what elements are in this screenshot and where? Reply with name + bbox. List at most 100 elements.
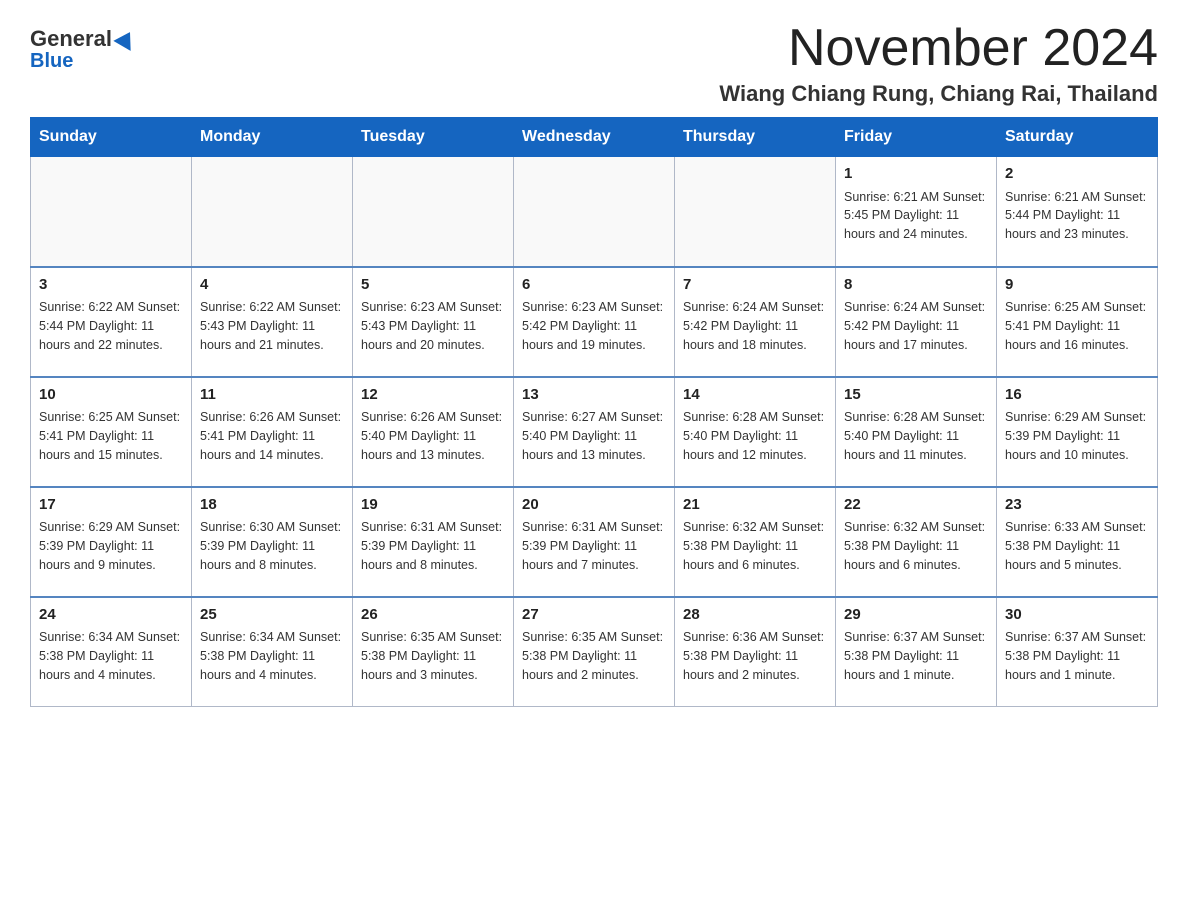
page-header: General Blue November 2024 Wiang Chiang … (30, 20, 1158, 107)
day-number: 8 (844, 274, 988, 297)
day-number: 29 (844, 604, 988, 627)
calendar-cell: 23Sunrise: 6:33 AM Sunset: 5:38 PM Dayli… (997, 487, 1158, 597)
calendar-cell: 29Sunrise: 6:37 AM Sunset: 5:38 PM Dayli… (836, 597, 997, 707)
day-number: 21 (683, 494, 827, 517)
day-number: 26 (361, 604, 505, 627)
logo: General Blue (30, 20, 136, 73)
day-of-week-header: Thursday (675, 118, 836, 157)
calendar-week-row: 3Sunrise: 6:22 AM Sunset: 5:44 PM Daylig… (31, 267, 1158, 377)
day-info: Sunrise: 6:21 AM Sunset: 5:44 PM Dayligh… (1005, 188, 1149, 244)
calendar-cell: 26Sunrise: 6:35 AM Sunset: 5:38 PM Dayli… (353, 597, 514, 707)
day-number: 14 (683, 384, 827, 407)
calendar-cell: 4Sunrise: 6:22 AM Sunset: 5:43 PM Daylig… (192, 267, 353, 377)
day-number: 10 (39, 384, 183, 407)
day-of-week-header: Friday (836, 118, 997, 157)
calendar-cell: 9Sunrise: 6:25 AM Sunset: 5:41 PM Daylig… (997, 267, 1158, 377)
calendar-cell: 24Sunrise: 6:34 AM Sunset: 5:38 PM Dayli… (31, 597, 192, 707)
calendar-cell: 27Sunrise: 6:35 AM Sunset: 5:38 PM Dayli… (514, 597, 675, 707)
title-block: November 2024 Wiang Chiang Rung, Chiang … (719, 20, 1158, 107)
calendar-cell: 25Sunrise: 6:34 AM Sunset: 5:38 PM Dayli… (192, 597, 353, 707)
month-title: November 2024 (719, 20, 1158, 77)
calendar-week-row: 17Sunrise: 6:29 AM Sunset: 5:39 PM Dayli… (31, 487, 1158, 597)
day-number: 15 (844, 384, 988, 407)
day-info: Sunrise: 6:37 AM Sunset: 5:38 PM Dayligh… (844, 628, 988, 684)
day-info: Sunrise: 6:37 AM Sunset: 5:38 PM Dayligh… (1005, 628, 1149, 684)
day-number: 24 (39, 604, 183, 627)
day-info: Sunrise: 6:22 AM Sunset: 5:44 PM Dayligh… (39, 298, 183, 354)
day-info: Sunrise: 6:28 AM Sunset: 5:40 PM Dayligh… (844, 408, 988, 464)
day-info: Sunrise: 6:34 AM Sunset: 5:38 PM Dayligh… (39, 628, 183, 684)
day-of-week-header: Tuesday (353, 118, 514, 157)
calendar-cell: 6Sunrise: 6:23 AM Sunset: 5:42 PM Daylig… (514, 267, 675, 377)
day-info: Sunrise: 6:36 AM Sunset: 5:38 PM Dayligh… (683, 628, 827, 684)
calendar-header-row: SundayMondayTuesdayWednesdayThursdayFrid… (31, 118, 1158, 157)
calendar-cell: 17Sunrise: 6:29 AM Sunset: 5:39 PM Dayli… (31, 487, 192, 597)
day-of-week-header: Monday (192, 118, 353, 157)
day-number: 30 (1005, 604, 1149, 627)
day-number: 19 (361, 494, 505, 517)
calendar-cell: 7Sunrise: 6:24 AM Sunset: 5:42 PM Daylig… (675, 267, 836, 377)
day-info: Sunrise: 6:33 AM Sunset: 5:38 PM Dayligh… (1005, 518, 1149, 574)
calendar-cell: 28Sunrise: 6:36 AM Sunset: 5:38 PM Dayli… (675, 597, 836, 707)
day-number: 12 (361, 384, 505, 407)
day-number: 17 (39, 494, 183, 517)
day-number: 4 (200, 274, 344, 297)
calendar-cell: 19Sunrise: 6:31 AM Sunset: 5:39 PM Dayli… (353, 487, 514, 597)
day-number: 27 (522, 604, 666, 627)
day-info: Sunrise: 6:25 AM Sunset: 5:41 PM Dayligh… (1005, 298, 1149, 354)
day-number: 16 (1005, 384, 1149, 407)
day-info: Sunrise: 6:23 AM Sunset: 5:42 PM Dayligh… (522, 298, 666, 354)
calendar-cell: 8Sunrise: 6:24 AM Sunset: 5:42 PM Daylig… (836, 267, 997, 377)
calendar-week-row: 1Sunrise: 6:21 AM Sunset: 5:45 PM Daylig… (31, 157, 1158, 267)
day-info: Sunrise: 6:26 AM Sunset: 5:40 PM Dayligh… (361, 408, 505, 464)
logo-text: General (30, 26, 136, 52)
day-info: Sunrise: 6:22 AM Sunset: 5:43 PM Dayligh… (200, 298, 344, 354)
calendar-cell: 21Sunrise: 6:32 AM Sunset: 5:38 PM Dayli… (675, 487, 836, 597)
day-number: 11 (200, 384, 344, 407)
logo-blue: Blue (30, 50, 73, 73)
location-title: Wiang Chiang Rung, Chiang Rai, Thailand (719, 81, 1158, 107)
calendar-cell: 22Sunrise: 6:32 AM Sunset: 5:38 PM Dayli… (836, 487, 997, 597)
day-number: 7 (683, 274, 827, 297)
calendar-cell: 14Sunrise: 6:28 AM Sunset: 5:40 PM Dayli… (675, 377, 836, 487)
day-info: Sunrise: 6:35 AM Sunset: 5:38 PM Dayligh… (522, 628, 666, 684)
day-info: Sunrise: 6:24 AM Sunset: 5:42 PM Dayligh… (844, 298, 988, 354)
calendar-cell: 5Sunrise: 6:23 AM Sunset: 5:43 PM Daylig… (353, 267, 514, 377)
day-info: Sunrise: 6:30 AM Sunset: 5:39 PM Dayligh… (200, 518, 344, 574)
day-info: Sunrise: 6:31 AM Sunset: 5:39 PM Dayligh… (361, 518, 505, 574)
day-info: Sunrise: 6:25 AM Sunset: 5:41 PM Dayligh… (39, 408, 183, 464)
calendar-cell: 2Sunrise: 6:21 AM Sunset: 5:44 PM Daylig… (997, 157, 1158, 267)
day-info: Sunrise: 6:29 AM Sunset: 5:39 PM Dayligh… (1005, 408, 1149, 464)
day-number: 1 (844, 163, 988, 186)
logo-general: General (30, 26, 112, 52)
calendar-cell: 16Sunrise: 6:29 AM Sunset: 5:39 PM Dayli… (997, 377, 1158, 487)
logo-triangle-icon (113, 27, 138, 51)
calendar-cell: 20Sunrise: 6:31 AM Sunset: 5:39 PM Dayli… (514, 487, 675, 597)
calendar-cell: 18Sunrise: 6:30 AM Sunset: 5:39 PM Dayli… (192, 487, 353, 597)
day-info: Sunrise: 6:35 AM Sunset: 5:38 PM Dayligh… (361, 628, 505, 684)
day-number: 2 (1005, 163, 1149, 186)
day-number: 28 (683, 604, 827, 627)
day-number: 25 (200, 604, 344, 627)
calendar-cell: 1Sunrise: 6:21 AM Sunset: 5:45 PM Daylig… (836, 157, 997, 267)
day-of-week-header: Wednesday (514, 118, 675, 157)
day-info: Sunrise: 6:24 AM Sunset: 5:42 PM Dayligh… (683, 298, 827, 354)
day-number: 13 (522, 384, 666, 407)
day-info: Sunrise: 6:34 AM Sunset: 5:38 PM Dayligh… (200, 628, 344, 684)
calendar-cell: 12Sunrise: 6:26 AM Sunset: 5:40 PM Dayli… (353, 377, 514, 487)
calendar-cell: 3Sunrise: 6:22 AM Sunset: 5:44 PM Daylig… (31, 267, 192, 377)
day-info: Sunrise: 6:32 AM Sunset: 5:38 PM Dayligh… (683, 518, 827, 574)
calendar-week-row: 24Sunrise: 6:34 AM Sunset: 5:38 PM Dayli… (31, 597, 1158, 707)
day-number: 6 (522, 274, 666, 297)
day-number: 22 (844, 494, 988, 517)
day-of-week-header: Sunday (31, 118, 192, 157)
day-number: 20 (522, 494, 666, 517)
day-of-week-header: Saturday (997, 118, 1158, 157)
day-info: Sunrise: 6:29 AM Sunset: 5:39 PM Dayligh… (39, 518, 183, 574)
calendar-cell (514, 157, 675, 267)
calendar-cell: 15Sunrise: 6:28 AM Sunset: 5:40 PM Dayli… (836, 377, 997, 487)
day-info: Sunrise: 6:23 AM Sunset: 5:43 PM Dayligh… (361, 298, 505, 354)
calendar-cell: 10Sunrise: 6:25 AM Sunset: 5:41 PM Dayli… (31, 377, 192, 487)
calendar-week-row: 10Sunrise: 6:25 AM Sunset: 5:41 PM Dayli… (31, 377, 1158, 487)
day-info: Sunrise: 6:27 AM Sunset: 5:40 PM Dayligh… (522, 408, 666, 464)
